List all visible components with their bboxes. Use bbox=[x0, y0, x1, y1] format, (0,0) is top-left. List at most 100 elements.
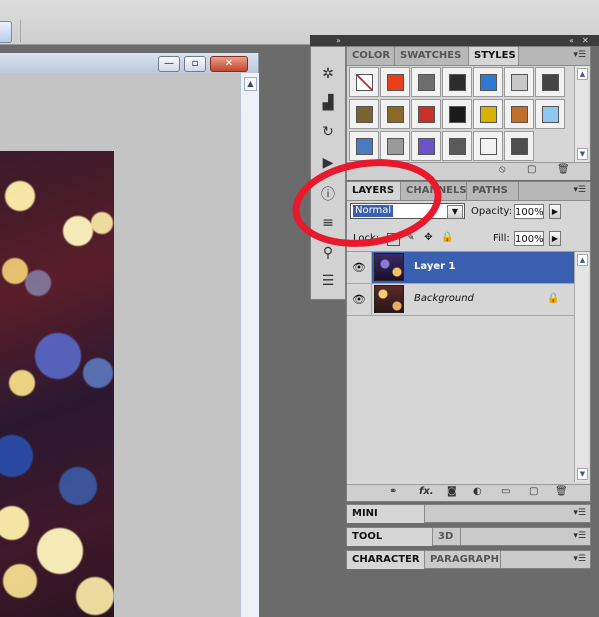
white-style[interactable] bbox=[473, 131, 503, 161]
tab-tool-presets[interactable]: TOOL PRESETS bbox=[347, 528, 433, 560]
chevron-down-icon[interactable]: ▼ bbox=[447, 205, 463, 219]
group-icon[interactable]: ▭ bbox=[501, 486, 510, 497]
lock-position-icon[interactable]: ✥ bbox=[423, 232, 434, 243]
navigator-icon[interactable]: ✲ bbox=[319, 65, 337, 83]
style-chip bbox=[480, 138, 497, 155]
opacity-slider-button[interactable]: ▶ bbox=[549, 204, 561, 219]
style-chip bbox=[449, 106, 466, 123]
layer-row-layer-1[interactable]: 👁 Layer 1 bbox=[347, 252, 575, 284]
scroll-down-icon[interactable]: ▼ bbox=[577, 148, 588, 160]
red-orange-style[interactable] bbox=[380, 67, 410, 97]
clone-source-icon[interactable]: ⚲ bbox=[319, 244, 337, 262]
adjustment-icon[interactable]: ◐ bbox=[473, 486, 482, 497]
new-layer-icon[interactable]: ▢ bbox=[529, 486, 538, 497]
blend-mode-select[interactable]: Normal ▼ bbox=[350, 203, 465, 219]
scroll-up-icon[interactable]: ▲ bbox=[577, 254, 588, 266]
blue-style[interactable] bbox=[473, 67, 503, 97]
opacity-input[interactable]: 100% bbox=[514, 204, 544, 219]
brushes-icon[interactable]: ≡ bbox=[319, 214, 337, 232]
lock-all-icon[interactable]: 🔒 bbox=[441, 232, 453, 243]
tab-paragraph[interactable]: PARAGRAPH bbox=[425, 551, 501, 569]
mini-bridge-panel[interactable]: MINI BRIDGE ▾☰ bbox=[346, 504, 591, 537]
clear-style-icon[interactable]: ⦸ bbox=[499, 164, 506, 175]
minimize-button[interactable]: — bbox=[158, 56, 180, 72]
histogram-icon[interactable]: ▟ bbox=[319, 94, 337, 112]
none-style[interactable] bbox=[349, 67, 379, 97]
fill-slider-button[interactable]: ▶ bbox=[549, 231, 561, 246]
close-button[interactable]: ✕ bbox=[210, 56, 248, 72]
dock-header[interactable]: » « ✕ bbox=[310, 35, 599, 46]
gold-style[interactable] bbox=[473, 99, 503, 129]
light-gray-style[interactable] bbox=[504, 67, 534, 97]
bronze-style[interactable] bbox=[380, 99, 410, 129]
multicolor-style[interactable] bbox=[442, 99, 472, 129]
restore-button[interactable]: ▫ bbox=[184, 56, 206, 72]
sky-style[interactable] bbox=[349, 131, 379, 161]
document-vertical-scrollbar[interactable]: ▲ bbox=[240, 73, 259, 617]
purple-style[interactable] bbox=[411, 131, 441, 161]
panel-menu-icon[interactable]: ▾☰ bbox=[573, 531, 586, 541]
expand-dock-icon[interactable]: » bbox=[336, 35, 341, 46]
collapse-dock-icon[interactable]: « bbox=[569, 35, 574, 46]
tab-3d[interactable]: 3D bbox=[433, 528, 461, 546]
actions-icon[interactable]: ▶ bbox=[319, 154, 337, 172]
fill-input[interactable]: 100% bbox=[514, 231, 544, 246]
scroll-up-icon[interactable]: ▲ bbox=[577, 68, 588, 80]
styles-scrollbar[interactable]: ▲ ▼ bbox=[574, 66, 589, 162]
panel-menu-icon[interactable]: ▾☰ bbox=[573, 508, 586, 518]
dark-gray-style[interactable] bbox=[442, 131, 472, 161]
mask-icon[interactable]: ◙ bbox=[447, 486, 457, 497]
character-panel[interactable]: CHARACTER PARAGRAPH ▾☰ bbox=[346, 550, 591, 569]
history-icon[interactable]: ↻ bbox=[319, 123, 337, 141]
panel-menu-icon[interactable]: ▾☰ bbox=[573, 185, 586, 195]
lock-transparency-icon[interactable] bbox=[387, 233, 400, 246]
tool-preset-picker[interactable] bbox=[0, 21, 12, 43]
lock-pixels-icon[interactable]: ✎ bbox=[405, 232, 416, 243]
notes-icon[interactable]: ☰ bbox=[319, 272, 337, 290]
style-chip bbox=[511, 106, 528, 123]
tab-color[interactable]: COLOR bbox=[347, 47, 395, 65]
tab-character[interactable]: CHARACTER bbox=[347, 551, 425, 569]
layer-name: Background bbox=[414, 293, 474, 304]
layer-row-background[interactable]: 👁 Background 🔒 bbox=[347, 284, 575, 316]
layers-scrollbar[interactable]: ▲ ▼ bbox=[574, 252, 589, 482]
eye-icon[interactable]: 👁 bbox=[347, 284, 372, 315]
bokeh-photo bbox=[0, 151, 114, 617]
style-chip bbox=[356, 106, 373, 123]
gray-style[interactable] bbox=[411, 67, 441, 97]
layer-thumbnail bbox=[374, 253, 404, 281]
tab-styles[interactable]: STYLES bbox=[469, 47, 519, 65]
copper-style[interactable] bbox=[504, 99, 534, 129]
tab-layers[interactable]: LAYERS bbox=[347, 182, 401, 200]
charcoal-style[interactable] bbox=[504, 131, 534, 161]
fx-icon[interactable]: fx. bbox=[419, 486, 434, 497]
silver-pattern-style[interactable] bbox=[380, 131, 410, 161]
dark-sphere-style[interactable] bbox=[442, 67, 472, 97]
tab-channels[interactable]: CHANNELS bbox=[401, 182, 467, 200]
panel-menu-icon[interactable]: ▾☰ bbox=[573, 50, 586, 60]
tab-paths[interactable]: PATHS bbox=[467, 182, 519, 200]
link-layers-icon[interactable]: ⚭ bbox=[389, 486, 397, 497]
dark-gradient-style[interactable] bbox=[535, 67, 565, 97]
trash-icon[interactable]: 🗑 bbox=[555, 486, 568, 497]
new-style-icon[interactable]: ▢ bbox=[527, 164, 536, 175]
style-chip bbox=[387, 74, 404, 91]
tab-swatches[interactable]: SWATCHES bbox=[395, 47, 469, 65]
trash-icon[interactable]: 🗑 bbox=[557, 164, 570, 175]
tool-presets-panel[interactable]: TOOL PRESETS 3D ▾☰ bbox=[346, 527, 591, 560]
close-dock-icon[interactable]: ✕ bbox=[582, 35, 589, 46]
info-icon[interactable]: ⓘ bbox=[319, 185, 337, 203]
scroll-up-icon[interactable]: ▲ bbox=[244, 77, 257, 91]
document-title-bar[interactable]: — ▫ ✕ bbox=[0, 53, 258, 73]
light-blue-style[interactable] bbox=[535, 99, 565, 129]
opacity-label: Opacity: bbox=[471, 206, 513, 217]
scroll-down-icon[interactable]: ▼ bbox=[577, 468, 588, 480]
panel-menu-icon[interactable]: ▾☰ bbox=[573, 554, 586, 564]
tab-mini-bridge[interactable]: MINI BRIDGE bbox=[347, 505, 425, 537]
style-chip bbox=[542, 74, 559, 91]
layer-name: Layer 1 bbox=[414, 261, 456, 272]
red-stripe-style[interactable] bbox=[411, 99, 441, 129]
olive-style[interactable] bbox=[349, 99, 379, 129]
canvas-area[interactable] bbox=[0, 73, 240, 617]
eye-icon[interactable]: 👁 bbox=[347, 252, 372, 283]
